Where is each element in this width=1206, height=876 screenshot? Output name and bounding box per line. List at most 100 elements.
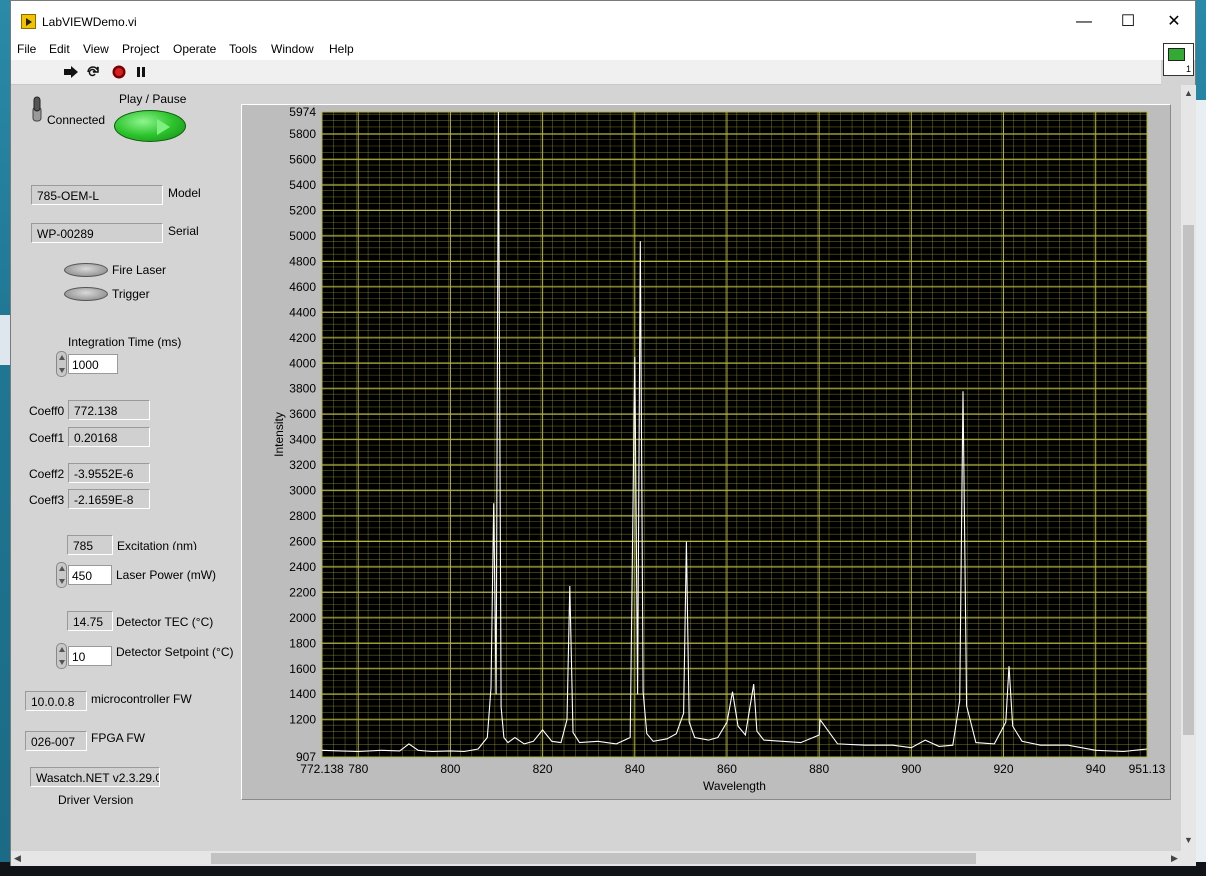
- x-tick-label: 820: [533, 762, 553, 776]
- coeff0-label: Coeff0: [29, 404, 65, 418]
- menu-project[interactable]: Project: [122, 42, 159, 56]
- y-tick-label: 4800: [289, 254, 316, 268]
- x-tick-label: 772.138: [300, 762, 344, 776]
- y-tick-label: 1800: [289, 636, 316, 650]
- detector-setpoint-input[interactable]: 10: [68, 646, 112, 666]
- y-axis-label: Intensity: [272, 412, 286, 457]
- excitation-label: Excitation (nm): [117, 539, 198, 550]
- fpga-fw-label: FPGA FW: [91, 731, 145, 745]
- y-tick-label: 4400: [289, 305, 316, 319]
- detector-setpoint-spinner[interactable]: [56, 643, 67, 669]
- driver-version-indicator: Wasatch.NET v2.3.29.0: [30, 767, 160, 787]
- coeff3-indicator: -2.1659E-8: [68, 489, 150, 509]
- close-button[interactable]: ✕: [1151, 9, 1197, 35]
- window-title: LabVIEWDemo.vi: [42, 15, 137, 29]
- vertical-scroll-thumb[interactable]: [1183, 225, 1194, 735]
- connected-toggle-switch[interactable]: [31, 95, 43, 123]
- y-tick-label: 2200: [289, 585, 316, 599]
- x-axis-label: Wavelength: [703, 779, 766, 793]
- menu-bar: File Edit View Project Operate Tools Win…: [11, 39, 1195, 60]
- pause-icon[interactable]: [133, 65, 149, 79]
- abort-stop-icon[interactable]: [111, 65, 127, 79]
- coeff1-label: Coeff1: [29, 431, 65, 445]
- vertical-scrollbar[interactable]: ▲ ▼: [1181, 85, 1196, 851]
- detector-tec-label: Detector TEC (°C): [116, 615, 214, 629]
- horizontal-scroll-thumb[interactable]: [211, 853, 976, 864]
- fpga-fw-indicator: 026-007: [25, 731, 87, 751]
- excitation-indicator: 785: [67, 535, 113, 555]
- maximize-button[interactable]: ☐: [1105, 9, 1151, 35]
- menu-operate[interactable]: Operate: [173, 42, 216, 56]
- fire-laser-label: Fire Laser: [112, 263, 167, 277]
- y-tick-label: 4200: [289, 331, 316, 345]
- run-continuously-icon[interactable]: [85, 65, 101, 79]
- driver-version-label: Driver Version: [58, 793, 134, 807]
- spectrum-graph: 772.138 780 800 820 840 860 880 900 920 940 951.13…: [241, 104, 1171, 800]
- menu-help[interactable]: Help: [329, 42, 354, 56]
- laser-power-label: Laser Power (mW): [116, 568, 217, 582]
- labview-window: LabVIEWDemo.vi — ☐ ✕ File Edit View Proj…: [10, 0, 1196, 866]
- horizontal-scrollbar[interactable]: ◀ ▶: [11, 851, 1196, 866]
- vi-icon-number: 1: [1185, 64, 1191, 74]
- laser-power-spinner[interactable]: [56, 562, 67, 588]
- y-tick-label: 5800: [289, 127, 316, 141]
- y-tick-label: 2600: [289, 534, 316, 548]
- x-tick-label: 840: [625, 762, 645, 776]
- y-tick-label: 4000: [289, 356, 316, 370]
- coeff2-label: Coeff2: [29, 467, 65, 481]
- integration-time-input[interactable]: 1000: [68, 354, 118, 374]
- x-tick-label: 880: [809, 762, 829, 776]
- play-pause-label: Play / Pause: [119, 92, 187, 106]
- y-tick-label: 4600: [289, 280, 316, 294]
- spectrum-chart: 772.138 780 800 820 840 860 880 900 920 940 951.13…: [272, 105, 1166, 793]
- x-tick-label: 951.13: [1129, 762, 1166, 776]
- y-tick-label: 3800: [289, 382, 316, 396]
- x-tick-label: 780: [348, 762, 368, 776]
- x-tick-label: 800: [440, 762, 460, 776]
- labview-app-icon: [21, 14, 36, 29]
- y-tick-label: 5000: [289, 229, 316, 243]
- y-tick-label: 1400: [289, 687, 316, 701]
- detector-setpoint-label: Detector Setpoint (°C): [116, 645, 234, 659]
- minimize-button[interactable]: —: [1061, 9, 1107, 35]
- y-tick-label: 5600: [289, 153, 316, 167]
- integration-time-spinner[interactable]: [56, 351, 67, 377]
- x-tick-label: 940: [1086, 762, 1106, 776]
- menu-file[interactable]: File: [17, 42, 36, 56]
- x-tick-label: 920: [994, 762, 1014, 776]
- menu-edit[interactable]: Edit: [49, 42, 70, 56]
- microcontroller-fw-label: microcontroller FW: [91, 692, 192, 706]
- y-tick-label: 5974: [289, 105, 316, 119]
- y-tick-label: 1200: [289, 713, 316, 727]
- menu-view[interactable]: View: [83, 42, 109, 56]
- toolbar: ?: [11, 60, 1161, 139]
- model-indicator: 785-OEM-L: [31, 185, 163, 205]
- title-bar[interactable]: LabVIEWDemo.vi — ☐ ✕: [11, 1, 1195, 39]
- microcontroller-fw-indicator: 10.0.0.8: [25, 691, 87, 711]
- vi-connector-icon[interactable]: 1: [1163, 43, 1194, 76]
- laser-power-input[interactable]: 450: [68, 565, 112, 585]
- menu-tools[interactable]: Tools: [229, 42, 257, 56]
- y-tick-label: 3200: [289, 458, 316, 472]
- y-tick-label: 907: [296, 750, 316, 764]
- coeff1-indicator: 0.20168: [68, 427, 150, 447]
- coeff2-indicator: -3.9552E-6: [68, 463, 150, 483]
- y-tick-label: 3600: [289, 407, 316, 421]
- y-tick-label: 3400: [289, 433, 316, 447]
- serial-label: Serial: [168, 224, 199, 238]
- trigger-button[interactable]: [64, 287, 108, 301]
- model-label: Model: [168, 186, 201, 200]
- fire-laser-button[interactable]: [64, 263, 108, 277]
- connected-label: Connected: [47, 113, 106, 127]
- x-tick-label: 900: [901, 762, 921, 776]
- desktop-icon-partial[interactable]: [0, 315, 10, 365]
- integration-time-label: Integration Time (ms): [68, 335, 182, 349]
- coeff3-label: Coeff3: [29, 493, 65, 507]
- y-tick-label: 2000: [289, 611, 316, 625]
- run-arrow-icon[interactable]: [63, 65, 79, 79]
- menu-window[interactable]: Window: [271, 42, 314, 56]
- serial-indicator: WP-00289: [31, 223, 163, 243]
- y-tick-label: 3000: [289, 484, 316, 498]
- play-pause-button[interactable]: [114, 110, 186, 142]
- y-tick-label: 2400: [289, 560, 316, 574]
